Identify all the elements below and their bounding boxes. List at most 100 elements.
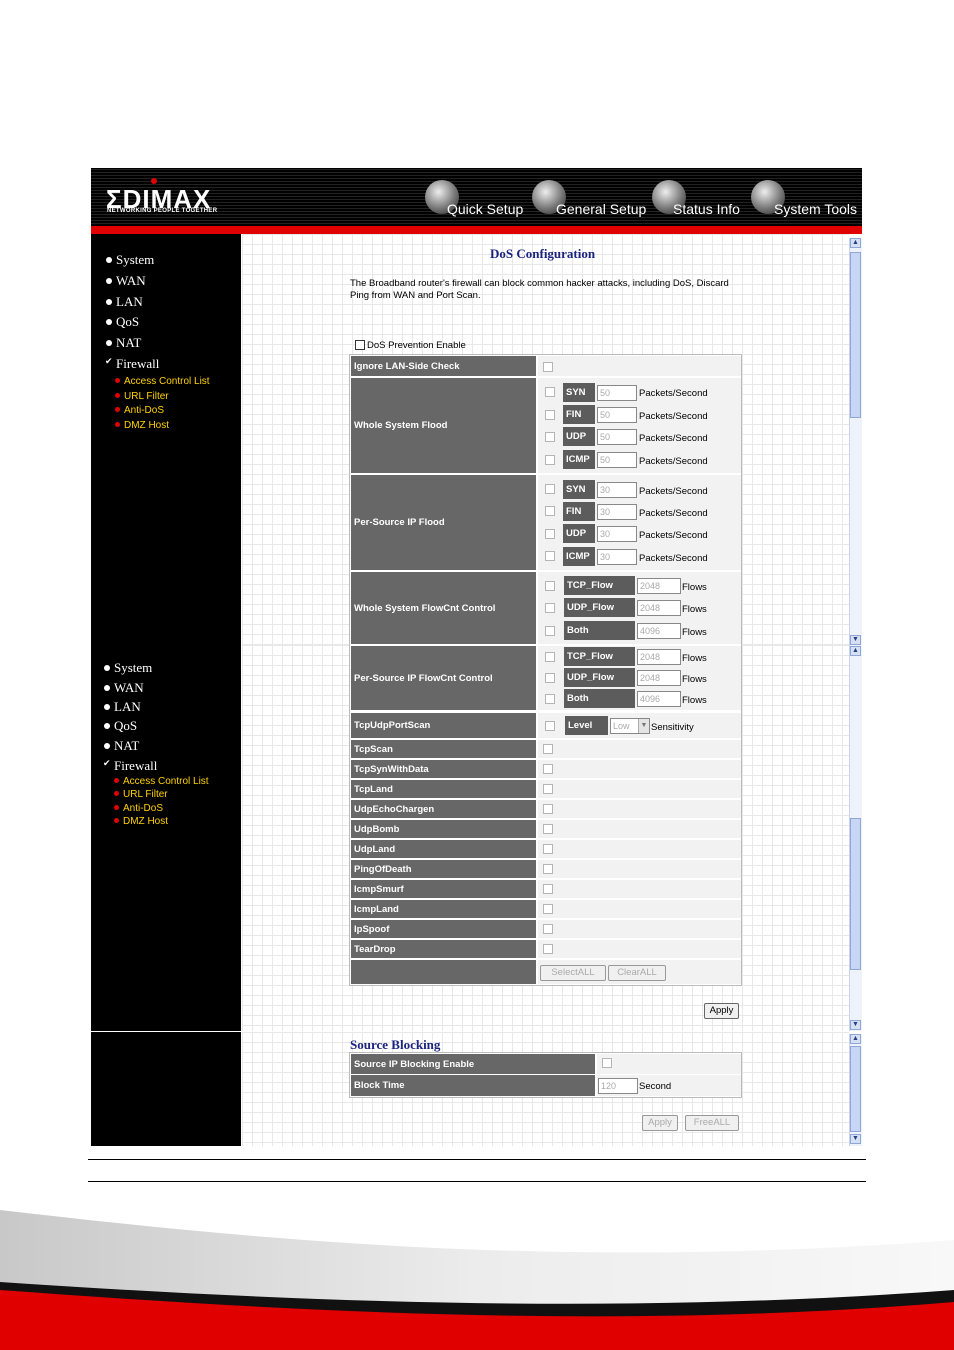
attack-checkbox[interactable]	[543, 904, 553, 914]
whole-syn-input[interactable]: 50	[597, 385, 637, 401]
sub-item-dmz-host[interactable]: DMZ Host	[114, 816, 168, 827]
per-tcpflow-checkbox[interactable]	[545, 652, 555, 662]
attack-cell	[538, 780, 741, 798]
page-title: DoS Configuration	[490, 246, 596, 261]
sidebar-item-lan[interactable]: LAN	[104, 699, 141, 715]
whole-udpflow-input[interactable]: 2048	[637, 600, 681, 616]
ignore-lan-checkbox[interactable]	[543, 362, 553, 372]
sidebar-item-qos[interactable]: QoS	[106, 314, 139, 330]
per-syn-checkbox[interactable]	[545, 484, 555, 494]
sub-item-access-control[interactable]: Access Control List	[115, 376, 210, 387]
attack-cell	[538, 740, 741, 758]
sidebar-item-firewall[interactable]: Firewall	[116, 356, 159, 372]
sidebar-item-system[interactable]: System	[104, 660, 152, 676]
whole-syn-checkbox[interactable]	[545, 387, 555, 397]
whole-tcpflow-label: TCP_Flow	[564, 576, 635, 595]
chevron-down-icon[interactable]: ▼	[638, 719, 649, 733]
portscan-checkbox[interactable]	[545, 721, 555, 731]
attack-label: TearDrop	[351, 940, 536, 958]
attack-checkbox[interactable]	[543, 764, 553, 774]
attack-label: UdpBomb	[351, 820, 536, 838]
sidebar-item-qos[interactable]: QoS	[104, 718, 137, 734]
whole-fin-checkbox[interactable]	[545, 410, 555, 420]
attack-checkbox[interactable]	[543, 844, 553, 854]
nav-system-tools[interactable]: System Tools	[774, 201, 857, 217]
per-syn-input[interactable]: 30	[597, 482, 637, 498]
attack-checkbox[interactable]	[543, 864, 553, 874]
attack-checkbox[interactable]	[543, 944, 553, 954]
per-flow-label: Per-Source IP FlowCnt Control	[351, 646, 536, 710]
sidebar-item-wan[interactable]: WAN	[106, 273, 146, 289]
per-tcpflow-input[interactable]: 2048	[637, 649, 681, 665]
nav-status-info[interactable]: Status Info	[673, 201, 740, 217]
whole-udpflow-checkbox[interactable]	[545, 603, 555, 613]
attack-checkbox[interactable]	[543, 824, 553, 834]
sidebar-item-lan[interactable]: LAN	[106, 294, 143, 310]
sidebar-item-system[interactable]: System	[106, 252, 154, 268]
whole-tcpflow-input[interactable]: 2048	[637, 578, 681, 594]
block-time-input[interactable]: 120	[598, 1078, 638, 1094]
free-all-button[interactable]: FreeALL	[685, 1115, 739, 1131]
attack-label: IpSpoof	[351, 920, 536, 938]
attack-checkbox[interactable]	[543, 924, 553, 934]
apply-button[interactable]: Apply	[704, 1003, 739, 1019]
sidebar-item-wan[interactable]: WAN	[104, 680, 144, 696]
per-udpflow-input[interactable]: 2048	[637, 670, 681, 686]
unit-label: Packets/Second	[639, 530, 708, 541]
source-apply-button[interactable]: Apply	[642, 1115, 678, 1131]
whole-syn-label: SYN	[563, 383, 595, 402]
per-udp-input[interactable]: 30	[597, 526, 637, 542]
sub-item-anti-dos[interactable]: Anti-DoS	[114, 803, 163, 814]
whole-icmp-input[interactable]: 50	[597, 452, 637, 468]
whole-both-checkbox[interactable]	[545, 626, 555, 636]
per-both-input[interactable]: 4096	[637, 691, 681, 707]
whole-icmp-checkbox[interactable]	[545, 455, 555, 465]
sidebar-item-firewall[interactable]: Firewall	[114, 758, 157, 774]
per-both-checkbox[interactable]	[545, 694, 555, 704]
sidebar-item-nat[interactable]: NAT	[106, 335, 141, 351]
scrollbar-thumb[interactable]	[850, 1046, 861, 1132]
whole-both-input[interactable]: 4096	[637, 623, 681, 639]
attack-checkbox[interactable]	[543, 784, 553, 794]
sub-item-dmz-host[interactable]: DMZ Host	[115, 420, 169, 431]
divider	[88, 1159, 866, 1160]
attack-cell	[538, 920, 741, 938]
scrollbar-thumb[interactable]	[850, 252, 861, 418]
whole-udp-input[interactable]: 50	[597, 429, 637, 445]
source-enable-label: Source IP Blocking Enable	[351, 1054, 595, 1074]
attack-cell	[538, 840, 741, 858]
whole-fin-input[interactable]: 50	[597, 407, 637, 423]
scrollbar-thumb[interactable]	[850, 818, 861, 970]
clear-all-button[interactable]: ClearALL	[608, 965, 666, 981]
attack-checkbox[interactable]	[543, 744, 553, 754]
attack-checkbox[interactable]	[543, 884, 553, 894]
sub-item-anti-dos[interactable]: Anti-DoS	[115, 405, 164, 416]
source-enable-checkbox[interactable]	[602, 1058, 612, 1068]
scroll-down-icon[interactable]: ▼	[850, 1134, 861, 1144]
sub-item-access-control[interactable]: Access Control List	[114, 776, 209, 787]
per-udp-checkbox[interactable]	[545, 529, 555, 539]
sub-item-url-filter[interactable]: URL Filter	[115, 391, 169, 402]
attack-checkbox[interactable]	[543, 804, 553, 814]
header-red-bar	[91, 226, 862, 234]
select-all-button[interactable]: SelectALL	[540, 965, 606, 981]
scroll-up-icon[interactable]: ▲	[850, 1034, 861, 1044]
whole-fin-label: FIN	[563, 405, 595, 424]
scroll-up-icon[interactable]: ▲	[850, 238, 861, 248]
dos-enable-checkbox[interactable]	[355, 340, 365, 350]
whole-udp-checkbox[interactable]	[545, 432, 555, 442]
sidebar-item-nat[interactable]: NAT	[104, 738, 139, 754]
per-icmp-checkbox[interactable]	[545, 551, 555, 561]
per-icmp-input[interactable]: 30	[597, 549, 637, 565]
nav-quick-setup[interactable]: Quick Setup	[447, 201, 523, 217]
scroll-down-icon[interactable]: ▼	[850, 1020, 861, 1030]
whole-tcpflow-checkbox[interactable]	[545, 581, 555, 591]
per-fin-checkbox[interactable]	[545, 506, 555, 516]
per-udpflow-checkbox[interactable]	[545, 673, 555, 683]
scroll-down-icon[interactable]: ▼	[850, 635, 861, 645]
per-fin-input[interactable]: 30	[597, 504, 637, 520]
logo-tagline: NETWORKING PEOPLE TOGETHER	[107, 208, 218, 214]
nav-general-setup[interactable]: General Setup	[556, 201, 646, 217]
scroll-up-icon[interactable]: ▲	[850, 646, 861, 656]
sub-item-url-filter[interactable]: URL Filter	[114, 789, 168, 800]
